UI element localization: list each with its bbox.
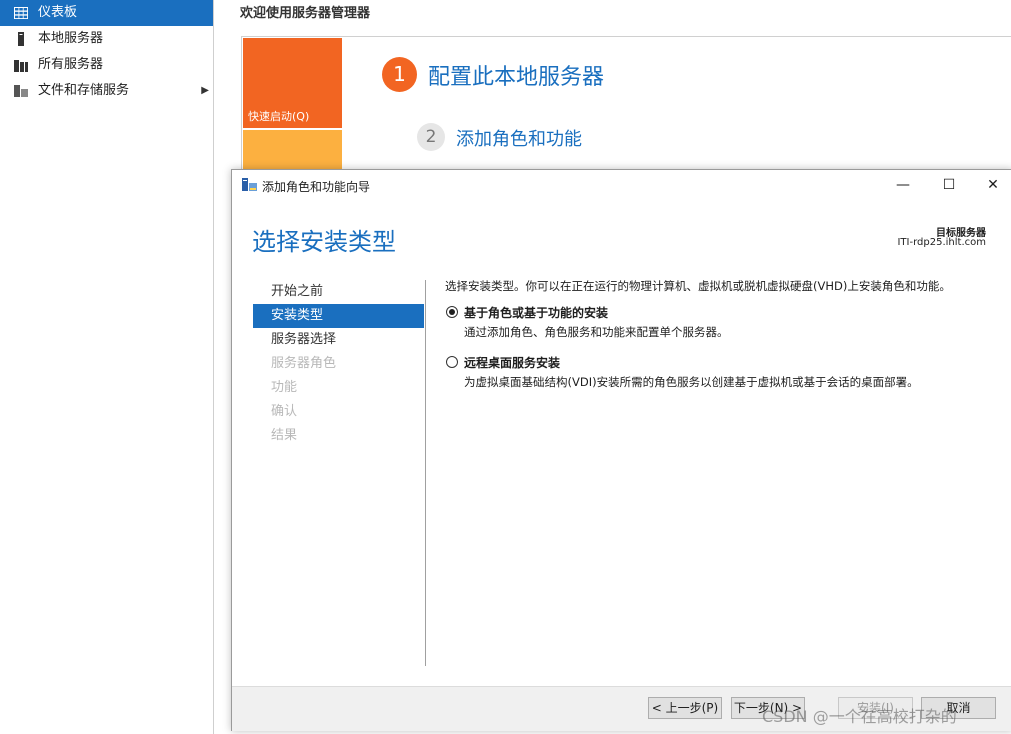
wizard-titlebar[interactable]: 添加角色和功能向导 — ☐ ✕ (232, 170, 1011, 200)
role-based-radio[interactable] (446, 306, 458, 318)
close-button[interactable]: ✕ (970, 170, 1011, 200)
wizard-steps-nav: 开始之前 安装类型 服务器选择 服务器角色 功能 确认 结果 (253, 280, 424, 448)
option-title[interactable]: 基于角色或基于功能的安装 (464, 304, 995, 321)
nav-item-file-storage[interactable]: 文件和存储服务 ▶ (0, 78, 213, 104)
welcome-title: 欢迎使用服务器管理器 (240, 6, 371, 21)
servers-icon (14, 60, 28, 72)
page-title: 选择安装类型 (252, 228, 396, 256)
nav-item-local-server[interactable]: 本地服务器 (0, 26, 213, 52)
wizard-step-features: 功能 (271, 380, 298, 395)
wizard-step-server-selection[interactable]: 服务器选择 (253, 328, 424, 352)
nav-item-label: 所有服务器 (38, 57, 104, 72)
quick-start-tile[interactable]: 快速启动(Q) (243, 38, 342, 128)
installation-type-content: 选择安装类型。你可以在正在运行的物理计算机、虚拟机或脱机虚拟硬盘(VHD)上安装… (445, 278, 995, 390)
option-description: 通过添加角色、角色服务和功能来配置单个服务器。 (464, 325, 729, 339)
nav-item-label: 本地服务器 (38, 31, 104, 46)
storage-icon (14, 85, 28, 97)
nav-item-label: 仪表板 (38, 5, 78, 20)
option-role-based[interactable]: 基于角色或基于功能的安装 通过添加角色、角色服务和功能来配置单个服务器。 (445, 304, 995, 340)
wizard-step-before-you-begin[interactable]: 开始之前 (253, 280, 424, 304)
wizard-step-server-roles: 服务器角色 (271, 356, 337, 371)
nav-divider (425, 280, 426, 666)
dashboard-grid-icon (14, 7, 28, 19)
server-icon (18, 32, 24, 46)
server-manager-app-icon (242, 178, 257, 191)
csdn-watermark: CSDN @一个在高校打杂的 (762, 707, 957, 726)
nav-item-all-servers[interactable]: 所有服务器 (0, 52, 213, 78)
wizard-window-title: 添加角色和功能向导 (262, 180, 371, 194)
minimize-button[interactable]: — (880, 170, 926, 200)
intro-text: 选择安装类型。你可以在正在运行的物理计算机、虚拟机或脱机虚拟硬盘(VHD)上安装… (445, 279, 951, 293)
nav-item-label: 文件和存储服务 (38, 83, 130, 98)
wizard-step-installation-type[interactable]: 安装类型 (253, 304, 424, 328)
option-remote-desktop[interactable]: 远程桌面服务安装 为虚拟桌面基础结构(VDI)安装所需的角色服务以创建基于虚拟机… (445, 354, 995, 390)
option-title[interactable]: 远程桌面服务安装 (464, 354, 995, 371)
nav-item-dashboard[interactable]: 仪表板 (0, 0, 213, 26)
maximize-button[interactable]: ☐ (926, 170, 972, 200)
quick-start-label: 快速启动(Q) (248, 110, 310, 123)
wizard-step-results: 结果 (271, 428, 298, 443)
server-manager-nav: 仪表板 本地服务器 所有服务器 文件和存储服务 ▶ (0, 0, 214, 734)
target-server-value: ITI-rdp25.ihlt.com (897, 237, 986, 248)
step-number-badge: 1 (382, 57, 417, 92)
remote-desktop-radio[interactable] (446, 356, 458, 368)
configure-local-server-link[interactable]: 配置此本地服务器 (428, 59, 604, 91)
wizard-step-confirmation: 确认 (271, 404, 298, 419)
step-number-badge: 2 (417, 123, 445, 151)
add-roles-wizard-window: 添加角色和功能向导 — ☐ ✕ 选择安装类型 目标服务器 ITI-rdp25.i… (231, 169, 1011, 731)
chevron-right-icon[interactable]: ▶ (201, 78, 209, 104)
quick-start-panel: 快速启动(Q) 1 配置此本地服务器 2 添加角色和功能 (241, 36, 1011, 180)
previous-button[interactable]: < 上一步(P) (648, 697, 722, 719)
add-roles-features-link[interactable]: 添加角色和功能 (456, 125, 582, 151)
option-description: 为虚拟桌面基础结构(VDI)安装所需的角色服务以创建基于虚拟机或基于会话的桌面部… (464, 375, 919, 389)
